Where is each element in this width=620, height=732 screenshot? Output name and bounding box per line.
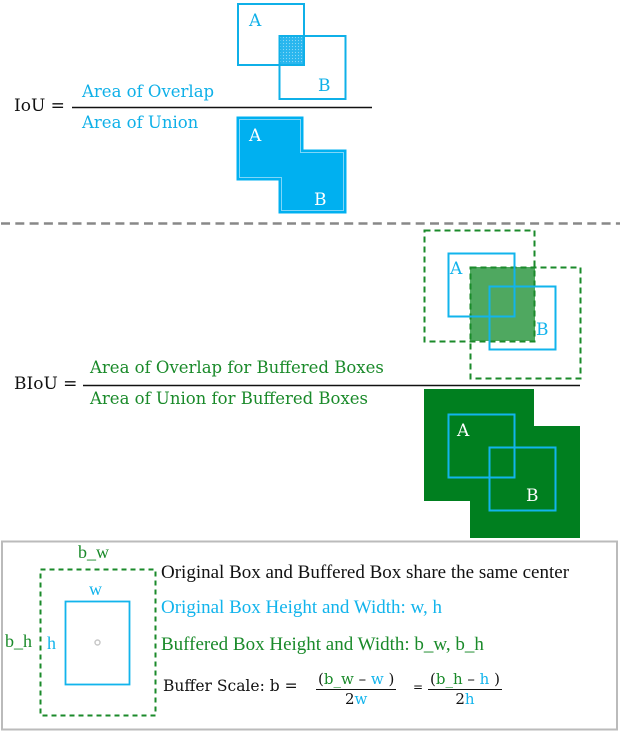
- fraction-width-numerator: (b_w – w ): [316, 670, 397, 690]
- biou-denominator: Area of Union for Buffered Boxes: [90, 389, 369, 408]
- legend-line-same-center: Original Box and Buffered Box share the …: [161, 562, 570, 583]
- buffer-scale-fraction-height: (b_h – h ) 2h: [428, 670, 502, 708]
- biou-union-figure: [424, 389, 580, 538]
- bh-term: b_h: [435, 670, 463, 688]
- biou-box-a-label: A: [450, 259, 463, 279]
- paren-close: ): [383, 670, 395, 688]
- biou-union-region: [424, 389, 580, 538]
- h-term: h: [464, 690, 475, 708]
- iou-denominator: Area of Union: [82, 113, 199, 132]
- biou-overlap-figure: [423, 229, 582, 380]
- two-term: 2: [455, 690, 465, 708]
- bw-term: b_w: [323, 670, 354, 688]
- biou-lhs: BIoU =: [14, 374, 78, 394]
- fraction-height-denominator: 2h: [455, 690, 474, 708]
- legend-original-box: [64, 600, 131, 686]
- w-term: w: [354, 690, 368, 708]
- buffered-height-label: b_h: [5, 631, 32, 651]
- biou-numerator: Area of Overlap for Buffered Boxes: [90, 358, 384, 377]
- original-width-label: w: [89, 579, 102, 599]
- fraction-width-denominator: 2w: [345, 690, 367, 708]
- minus-sign: –: [353, 670, 371, 688]
- iou-box-b-label: B: [318, 76, 331, 96]
- iou-box-a-label: A: [249, 11, 262, 31]
- biou-diagram: A B IoU = Area of Overlap Area of Union …: [0, 0, 620, 732]
- iou-numerator: Area of Overlap: [82, 82, 215, 101]
- buffer-scale-fraction-width: (b_w – w ) 2w: [316, 670, 397, 708]
- iou-overlap-region: [279, 35, 304, 65]
- minus-sign: –: [462, 670, 480, 688]
- biou-buffered-overlap-region: [470, 267, 535, 341]
- buffer-scale-equals: =: [413, 680, 424, 694]
- iou-lhs: IoU =: [14, 96, 65, 116]
- legend-line-original-size: Original Box Height and Width: w, h: [161, 597, 443, 618]
- buffer-scale-prefix: Buffer Scale: b =: [163, 677, 298, 695]
- w-term: w: [370, 670, 384, 688]
- center-point-icon: [94, 639, 101, 646]
- buffered-width-label: b_w: [78, 542, 109, 562]
- biou-union-a-label: A: [457, 421, 470, 441]
- two-term: 2: [344, 690, 355, 708]
- h-term: h: [479, 670, 490, 688]
- biou-box-b-label: B: [536, 320, 549, 340]
- iou-union-a-label: A: [249, 126, 262, 146]
- iou-union-b-label: B: [314, 190, 327, 210]
- biou-union-b-label: B: [526, 486, 539, 506]
- fraction-height-numerator: (b_h – h ): [428, 670, 502, 690]
- original-height-label: h: [47, 633, 56, 653]
- legend-line-buffered-size: Buffered Box Height and Width: b_w, b_h: [161, 634, 484, 655]
- paren-close: ): [489, 670, 500, 688]
